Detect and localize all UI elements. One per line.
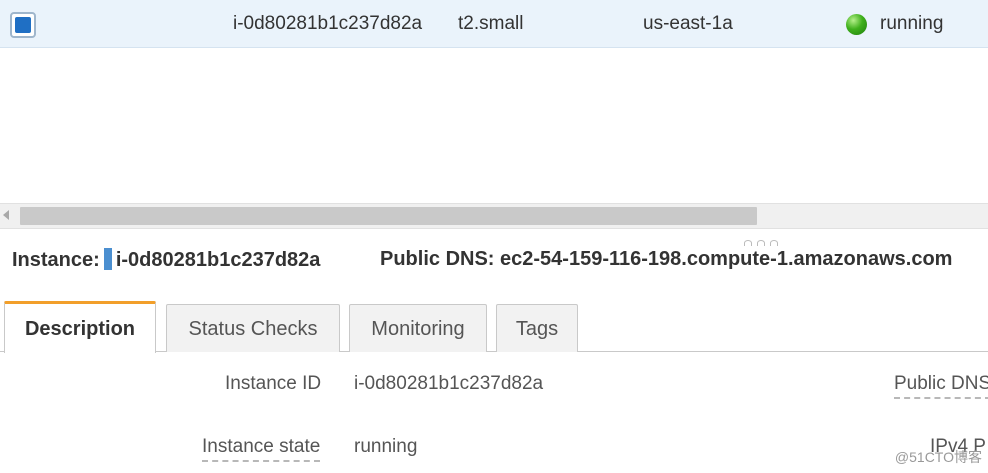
public-dns-label[interactable]: Public DNS xyxy=(894,373,988,399)
pane-resize-handle[interactable] xyxy=(744,233,783,246)
detail-instance-id: i-0d80281b1c237d82a xyxy=(115,249,321,271)
horizontal-scrollbar[interactable] xyxy=(0,203,988,229)
instance-state-label[interactable]: Instance state xyxy=(202,436,321,462)
selected-marker-icon xyxy=(103,248,112,270)
detail-instance-header: Instance: i-0d80281b1c237d82a xyxy=(12,248,320,272)
availability-zone-cell: us-east-1a xyxy=(643,13,733,34)
instance-id-label: Instance ID xyxy=(225,373,322,394)
scrollbar-thumb[interactable] xyxy=(20,207,757,225)
public-dns-header-value: ec2-54-159-116-198.compute-1.amazonaws.c… xyxy=(500,248,953,270)
tab-description[interactable]: Description xyxy=(4,301,156,353)
public-dns-header-label: Public DNS: xyxy=(380,248,495,270)
scroll-left-arrow-icon[interactable] xyxy=(3,210,9,220)
grip-dot-icon xyxy=(770,240,778,246)
instance-type-cell: t2.small xyxy=(458,13,524,34)
grip-dot-icon xyxy=(744,240,752,246)
tab-status-checks[interactable]: Status Checks xyxy=(166,304,340,352)
grip-dot-icon xyxy=(757,240,765,246)
instance-id-value: i-0d80281b1c237d82a xyxy=(354,373,544,394)
row-checkbox[interactable] xyxy=(10,12,36,38)
instance-table-row[interactable]: i-0d80281b1c237d82a t2.small us-east-1a … xyxy=(0,0,988,48)
instance-label: Instance: xyxy=(12,249,100,271)
tab-tags[interactable]: Tags xyxy=(496,304,578,352)
instance-state-cell: running xyxy=(880,13,944,34)
instance-state-value: running xyxy=(354,436,418,457)
running-status-icon xyxy=(846,14,867,35)
instance-id-cell: i-0d80281b1c237d82a xyxy=(233,13,423,34)
tab-monitoring[interactable]: Monitoring xyxy=(349,304,487,352)
checkbox-checked-mark xyxy=(15,17,31,33)
watermark-text: @51CTO博客 xyxy=(894,449,982,465)
detail-public-dns: Public DNS: ec2-54-159-116-198.compute-1… xyxy=(380,248,952,271)
